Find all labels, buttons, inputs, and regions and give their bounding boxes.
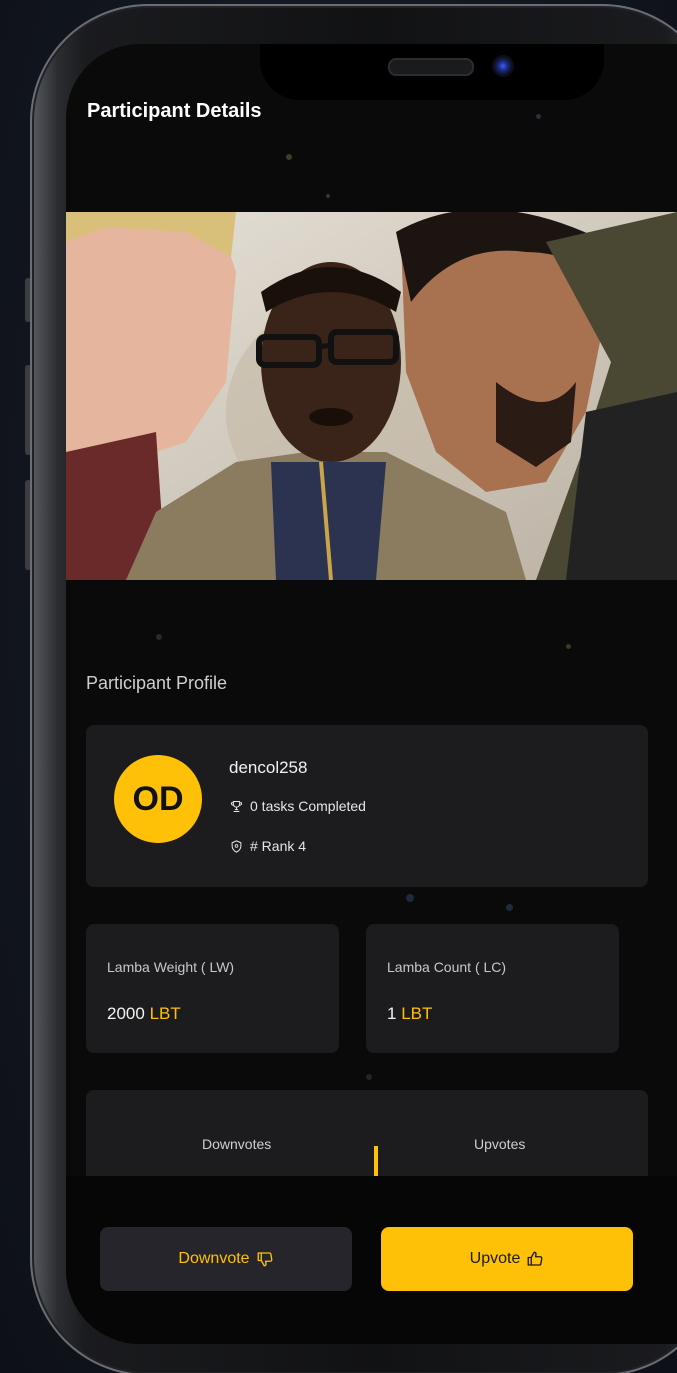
shield-icon <box>231 839 242 853</box>
thumbs-up-icon <box>527 1251 543 1266</box>
downvotes-label: Downvotes <box>202 1136 272 1152</box>
front-camera <box>492 55 514 77</box>
participant-photo <box>66 212 677 580</box>
upvotes-label: Upvotes <box>474 1136 526 1152</box>
lamba-weight-unit: LBT <box>149 1004 181 1023</box>
downvote-button-label: Downvote <box>178 1250 250 1267</box>
lamba-weight-card: Lamba Weight ( LW) 2000 LBT <box>86 924 339 1053</box>
tasks-completed-row: 0 tasks Completed <box>229 798 366 814</box>
upvote-button[interactable]: Upvote <box>381 1227 633 1291</box>
lamba-count-amount: 1 <box>387 1004 397 1023</box>
page-title: Participant Details <box>87 100 262 122</box>
lamba-weight-value: 2000 LBT <box>107 1004 181 1024</box>
lamba-count-card: Lamba Count ( LC) 1 LBT <box>366 924 619 1053</box>
lamba-weight-amount: 2000 <box>107 1004 145 1023</box>
upvote-button-label: Upvote <box>469 1250 521 1267</box>
avatar: OD <box>114 755 202 843</box>
phone-notch <box>260 44 604 100</box>
tasks-completed: 0 tasks Completed <box>250 798 366 814</box>
app-screen: Participant Details Participant Profile … <box>66 44 677 1344</box>
downvote-button[interactable]: Downvote <box>100 1227 352 1291</box>
username: dencol258 <box>229 758 308 777</box>
action-bar: Downvote Upvote <box>66 1176 677 1344</box>
section-title-participant-profile: Participant Profile <box>86 673 228 693</box>
trophy-icon <box>230 800 243 812</box>
lamba-count-value: 1 LBT <box>387 1004 432 1024</box>
rank-row: # Rank 4 <box>229 838 306 854</box>
photo-illustration <box>66 212 677 580</box>
thumbs-down-icon <box>257 1252 273 1267</box>
profile-card: OD dencol258 0 tasks Completed # Rank 4 <box>86 725 648 887</box>
lamba-count-unit: LBT <box>401 1004 433 1023</box>
device-stage: Participant Details Participant Profile … <box>0 0 677 1373</box>
speaker-grille <box>388 58 474 76</box>
lamba-weight-label: Lamba Weight ( LW) <box>107 959 235 975</box>
lamba-count-label: Lamba Count ( LC) <box>387 959 507 975</box>
rank: # Rank 4 <box>250 838 307 854</box>
